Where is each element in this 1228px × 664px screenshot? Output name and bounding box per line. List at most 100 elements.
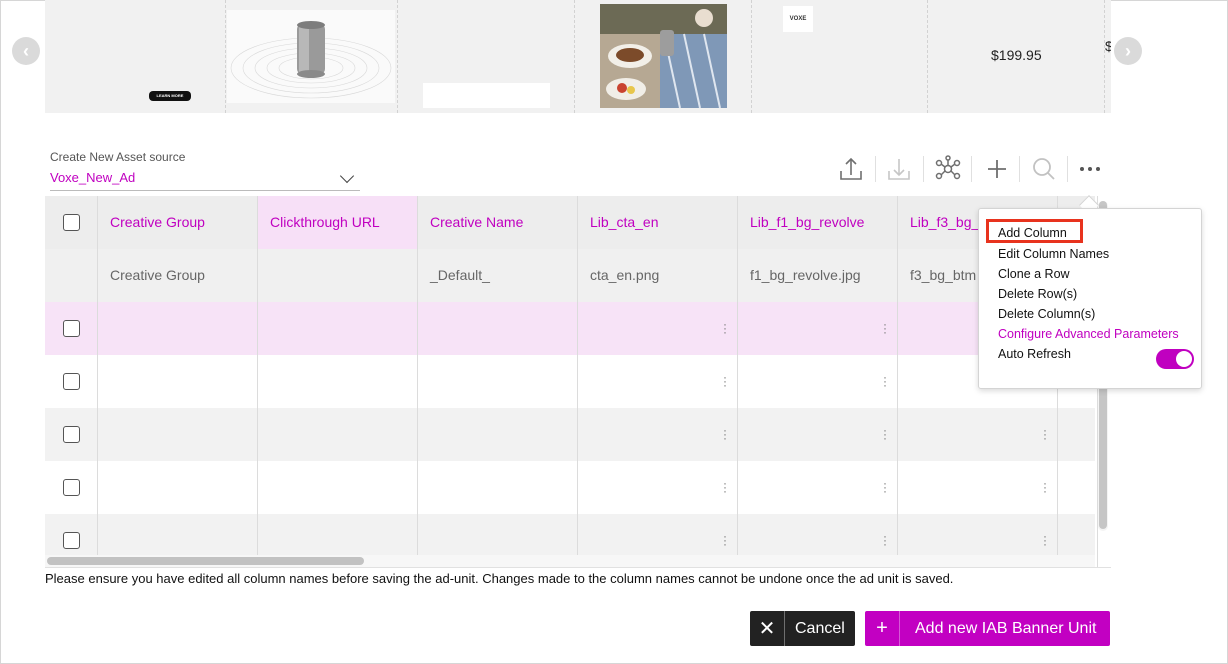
table-cell[interactable]: · · · [738,461,898,514]
horizontal-scrollbar-thumb[interactable] [47,557,364,565]
network-icon[interactable] [933,154,963,184]
row-select-cell [45,302,98,355]
toolbar-divider [875,156,876,182]
auto-refresh-toggle[interactable] [1156,349,1194,369]
plus-icon[interactable] [982,154,1012,184]
menu-item-delete-columns[interactable]: Delete Column(s) [998,307,1095,321]
toolbar-divider [1067,156,1068,182]
column-header[interactable]: Creative Group [98,196,258,249]
table-cell[interactable]: Creative Group [98,249,258,302]
asset-source-value: Voxe_New_Ad [50,170,136,185]
table-cell[interactable]: · · · [738,302,898,355]
column-header[interactable]: Creative Name [418,196,578,249]
price-text: $199.95 [991,47,1042,63]
preview-carousel: LEARN MORE VOXE $199.95 $ [45,0,1111,113]
blank-placeholder [423,83,550,108]
column-names-warning: Please ensure you have edited all column… [45,571,954,586]
cancel-button-label: Cancel [795,619,845,637]
more-icon[interactable] [1075,154,1105,184]
table-cell[interactable] [258,461,418,514]
table-cell[interactable]: · · · [578,461,738,514]
cell-menu-icon[interactable]: · · · [1043,424,1047,444]
carousel-next-icon[interactable]: › [1114,37,1142,65]
cell-menu-icon[interactable]: · · · [723,530,727,550]
row-select-cell [45,408,98,461]
table-cell[interactable] [98,461,258,514]
cell-menu-icon[interactable]: · · · [1043,477,1047,497]
cell-menu-icon[interactable]: · · · [883,318,887,338]
carousel-cell: LEARN MORE [45,0,226,113]
close-icon: ✕ [750,611,785,646]
speaker-image [227,10,395,103]
row-checkbox[interactable] [63,426,80,443]
cell-menu-icon[interactable]: · · · [723,424,727,444]
table-cell[interactable] [98,302,258,355]
table-cell[interactable]: · · · [578,355,738,408]
add-banner-unit-button[interactable]: + Add new IAB Banner Unit [865,611,1110,646]
table-cell[interactable] [418,302,578,355]
row-checkbox[interactable] [63,532,80,549]
table-cell[interactable] [418,355,578,408]
voxe-logo: VOXE [783,6,813,32]
row-checkbox[interactable] [63,373,80,390]
cancel-button[interactable]: ✕ Cancel [750,611,855,646]
table-cell[interactable]: · · · [738,408,898,461]
cell-menu-icon[interactable]: · · · [883,477,887,497]
table-cell[interactable] [258,249,418,302]
table-cell[interactable] [98,355,258,408]
search-icon[interactable] [1029,154,1059,184]
column-header[interactable]: Lib_f1_bg_revolve [738,196,898,249]
upload-icon[interactable] [836,154,866,184]
row-checkbox[interactable] [63,479,80,496]
menu-item-edit-column-names[interactable]: Edit Column Names [998,247,1109,261]
menu-item-configure-advanced[interactable]: Configure Advanced Parameters [998,327,1179,341]
table-row[interactable]: · · · · · · [45,355,1098,408]
table-cell[interactable] [258,408,418,461]
table-cell[interactable] [258,355,418,408]
carousel-cell [752,0,928,113]
plus-icon: + [865,611,900,646]
table-cell[interactable]: f1_bg_revolve.jpg [738,249,898,302]
table-cell[interactable]: · · · [898,461,1058,514]
table-cell[interactable]: · · · [578,408,738,461]
cell-menu-icon[interactable]: · · · [1043,530,1047,550]
table-row[interactable]: · · · · · · [45,302,1098,355]
grid-header-row: Creative Group Clickthrough URL Creative… [45,196,1098,249]
table-cell[interactable]: · · · [898,408,1058,461]
table-cell[interactable] [98,408,258,461]
asset-grid: Creative Group Clickthrough URL Creative… [45,196,1111,568]
asset-source-dropdown[interactable]: Voxe_New_Ad [50,167,360,191]
cell-menu-icon[interactable]: · · · [883,530,887,550]
table-cell[interactable]: cta_en.png [578,249,738,302]
row-checkbox[interactable] [63,320,80,337]
column-header[interactable]: Lib_cta_en [578,196,738,249]
cell-menu-icon[interactable]: · · · [723,477,727,497]
menu-item-add-column[interactable]: Add Column [998,226,1067,240]
cell-menu-icon[interactable]: · · · [723,371,727,391]
table-cell[interactable] [418,408,578,461]
cell-menu-icon[interactable]: · · · [723,318,727,338]
more-options-menu: Add Column Edit Column Names Clone a Row… [978,208,1202,389]
menu-item-delete-rows[interactable]: Delete Row(s) [998,287,1077,301]
row-select-cell [45,355,98,408]
carousel-prev-icon[interactable]: ‹ [12,37,40,65]
cell-menu-icon[interactable]: · · · [883,371,887,391]
toolbar-divider [1019,156,1020,182]
table-cell[interactable] [258,302,418,355]
table-cell[interactable]: · · · [578,302,738,355]
toolbar-divider [971,156,972,182]
column-header[interactable]: Clickthrough URL [258,196,418,249]
download-icon[interactable] [884,154,914,184]
table-cell[interactable]: · · · [738,355,898,408]
cell-menu-icon[interactable]: · · · [883,424,887,444]
menu-item-auto-refresh: Auto Refresh [998,347,1071,361]
table-cell[interactable] [418,461,578,514]
table-cell[interactable]: _Default_ [418,249,578,302]
menu-item-clone-row[interactable]: Clone a Row [998,267,1070,281]
select-all-checkbox[interactable] [63,214,80,231]
table-row[interactable]: · · · · · · · · · [45,408,1098,461]
table-row: Creative Group _Default_ cta_en.png f1_b… [45,249,1098,302]
table-cell [1058,461,1098,514]
table-row[interactable]: · · · · · · · · · [45,461,1098,514]
toolbar-divider [923,156,924,182]
